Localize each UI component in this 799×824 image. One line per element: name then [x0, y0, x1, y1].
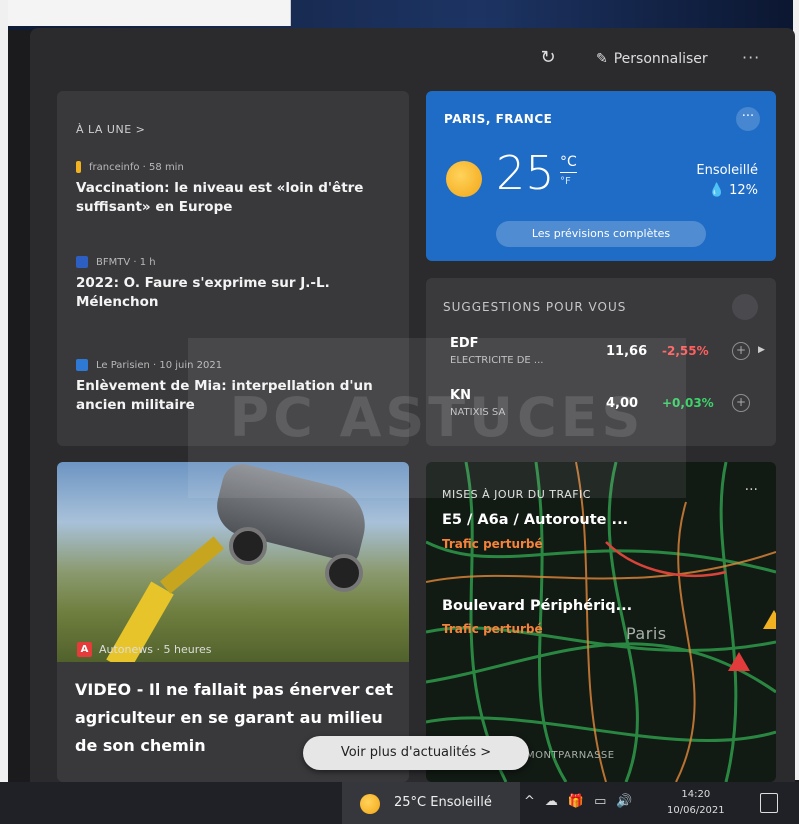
pencil-icon: ✎ [596, 51, 608, 67]
notification-icon[interactable] [760, 793, 778, 813]
traffic-status: Trafic perturbé [442, 537, 543, 551]
traffic-route[interactable]: Boulevard Périphériq... [442, 598, 632, 614]
franceinfo-icon [76, 161, 81, 173]
le-parisien-icon [76, 359, 88, 371]
add-stock-icon[interactable]: + [732, 342, 750, 360]
weather-location: PARIS, FRANCE [444, 112, 553, 126]
personalize-button[interactable]: ✎ Personnaliser [596, 51, 708, 67]
background-window [0, 0, 291, 26]
news-source: BFMTV · 1 h [76, 256, 396, 268]
autonews-icon: A [77, 642, 92, 657]
news-item[interactable]: franceinfo · 58 min Vaccination: le nive… [76, 161, 396, 217]
clock-date: 10/06/2021 [667, 805, 725, 816]
news-headline: Vaccination: le niveau est «loin d'être … [76, 180, 364, 215]
taskbar-sun-icon [360, 794, 380, 814]
weather-condition: Ensoleillé [696, 163, 758, 178]
next-arrow-icon[interactable]: ▶ [758, 345, 765, 355]
news-source-label: franceinfo · 58 min [89, 161, 184, 173]
gift-icon[interactable]: 🎁 [568, 794, 584, 809]
chevron-up-icon[interactable]: ^ [524, 794, 535, 809]
map-label-montparnasse: MONTPARNASSE [526, 750, 615, 761]
screen-frame-left [0, 0, 8, 824]
stocks-more-button[interactable] [732, 294, 758, 320]
unit-fahrenheit[interactable]: °F [560, 172, 577, 190]
news-interests-panel: ↻ ✎ Personnaliser ··· À LA UNE > francei… [30, 28, 795, 782]
watermark: PC ASTUCES [188, 338, 686, 498]
sun-icon [446, 161, 482, 197]
tractor-arm-shape [160, 536, 224, 594]
unit-celsius[interactable]: °C [560, 154, 577, 170]
incident-icon[interactable] [728, 652, 750, 671]
news-source: franceinfo · 58 min [76, 161, 396, 173]
wheel-shape [325, 554, 363, 592]
stock-suggestions-title: SUGGESTIONS POUR VOUS [443, 300, 627, 314]
personalize-label: Personnaliser [613, 51, 708, 67]
weather-temperature: 25 [496, 146, 555, 200]
taskbar-weather-button[interactable]: 25°C Ensoleillé [342, 782, 520, 824]
system-tray: ^ ☁ 🎁 ▭ 🔊 [524, 794, 633, 809]
traffic-route[interactable]: E5 / A6a / Autoroute ... [442, 512, 628, 528]
panel-more-button[interactable]: ··· [742, 48, 760, 67]
story-source-label: Autonews · 5 heures [99, 643, 212, 656]
traffic-status: Trafic perturbé [442, 622, 543, 636]
bfmtv-icon [76, 256, 88, 268]
clock-time: 14:20 [681, 789, 711, 800]
taskbar-weather-text: 25°C Ensoleillé [394, 795, 492, 810]
story-source: A Autonews · 5 heures [77, 642, 211, 657]
add-stock-icon[interactable]: + [732, 394, 750, 412]
top-stories-header[interactable]: À LA UNE > [76, 123, 145, 136]
panel-toolbar: ↻ ✎ Personnaliser ··· [30, 28, 795, 90]
weather-more-button[interactable]: ··· [736, 107, 760, 131]
cloud-icon[interactable]: ☁ [545, 794, 558, 809]
warning-icon[interactable] [763, 610, 776, 629]
volume-icon[interactable]: 🔊 [616, 794, 632, 809]
see-more-news-button[interactable]: Voir plus d'actualités > [303, 736, 529, 770]
refresh-icon[interactable]: ↻ [538, 48, 558, 68]
weather-card[interactable]: PARIS, FRANCE ··· 25 °C °F Ensoleillé 💧 … [426, 91, 776, 261]
map-label-paris: Paris [626, 624, 667, 643]
weather-condition-block: Ensoleillé 💧 12% [696, 161, 758, 201]
traffic-card[interactable]: MISES À JOUR DU TRAFIC ··· E5 / A6a / Au… [426, 462, 776, 782]
clock[interactable]: 14:20 10/06/2021 [667, 787, 725, 819]
network-icon[interactable]: ▭ [594, 794, 606, 809]
news-headline: 2022: O. Faure s'exprime sur J.-L. Mélen… [76, 275, 330, 310]
news-item[interactable]: BFMTV · 1 h 2022: O. Faure s'exprime sur… [76, 256, 396, 312]
wheel-shape [229, 527, 267, 565]
full-forecast-button[interactable]: Les prévisions complètes [496, 221, 706, 247]
news-source-label: BFMTV · 1 h [96, 256, 156, 268]
weather-precipitation: 💧 12% [708, 183, 758, 198]
traffic-more-button[interactable]: ··· [745, 482, 758, 498]
temperature-unit-toggle[interactable]: °C °F [560, 154, 577, 190]
photo-story-card[interactable]: A Autonews · 5 heures VIDEO - Il ne fall… [57, 462, 409, 782]
